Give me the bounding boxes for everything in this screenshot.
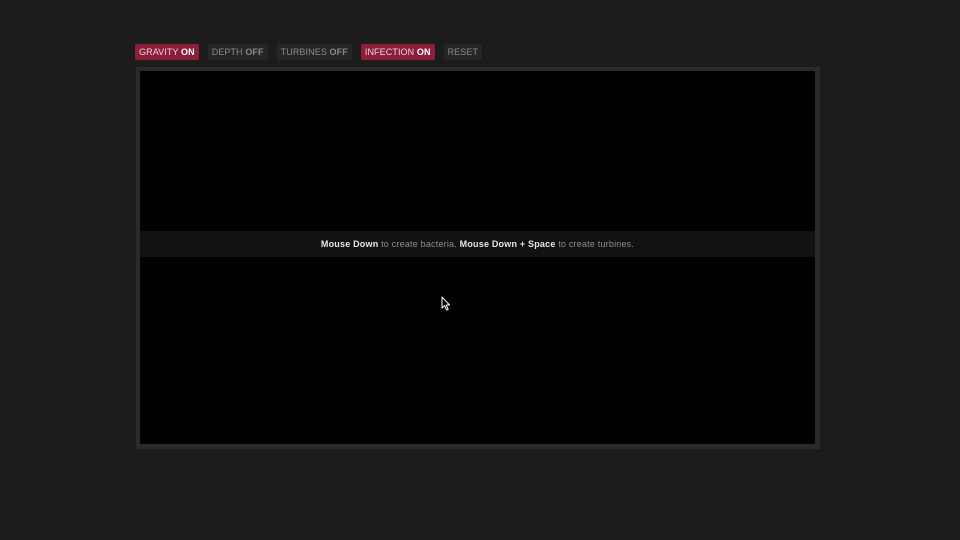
canvas-frame: Mouse Down to create bacteria. Mouse Dow… <box>136 67 820 449</box>
toolbar: GRAVITY ON DEPTH OFF TURBINES OFF INFECT… <box>135 44 483 60</box>
gravity-state: ON <box>181 47 195 57</box>
arrow-cursor-icon <box>441 296 451 311</box>
depth-state: OFF <box>245 47 264 57</box>
reset-label: RESET <box>447 47 479 57</box>
instruction-text-2: to create turbines. <box>558 239 635 249</box>
instruction-action-2: Mouse Down + Space <box>459 239 556 249</box>
gravity-toggle-button[interactable]: GRAVITY ON <box>135 44 199 60</box>
gravity-label: GRAVITY <box>139 47 179 57</box>
infection-toggle-button[interactable]: INFECTION ON <box>360 44 435 60</box>
depth-label: DEPTH <box>211 47 243 57</box>
turbines-label: TURBINES <box>280 47 327 57</box>
simulation-canvas[interactable]: Mouse Down to create bacteria. Mouse Dow… <box>140 71 815 444</box>
infection-state: ON <box>416 47 431 57</box>
turbines-state: OFF <box>329 47 348 57</box>
depth-toggle-button[interactable]: DEPTH OFF <box>207 44 268 60</box>
turbines-toggle-button[interactable]: TURBINES OFF <box>276 44 352 60</box>
reset-button[interactable]: RESET <box>443 44 483 60</box>
instruction-action-1: Mouse Down <box>320 239 379 249</box>
instructions-bar: Mouse Down to create bacteria. Mouse Dow… <box>140 231 815 257</box>
infection-label: INFECTION <box>364 47 415 57</box>
instruction-text-1: to create bacteria. <box>381 239 457 249</box>
